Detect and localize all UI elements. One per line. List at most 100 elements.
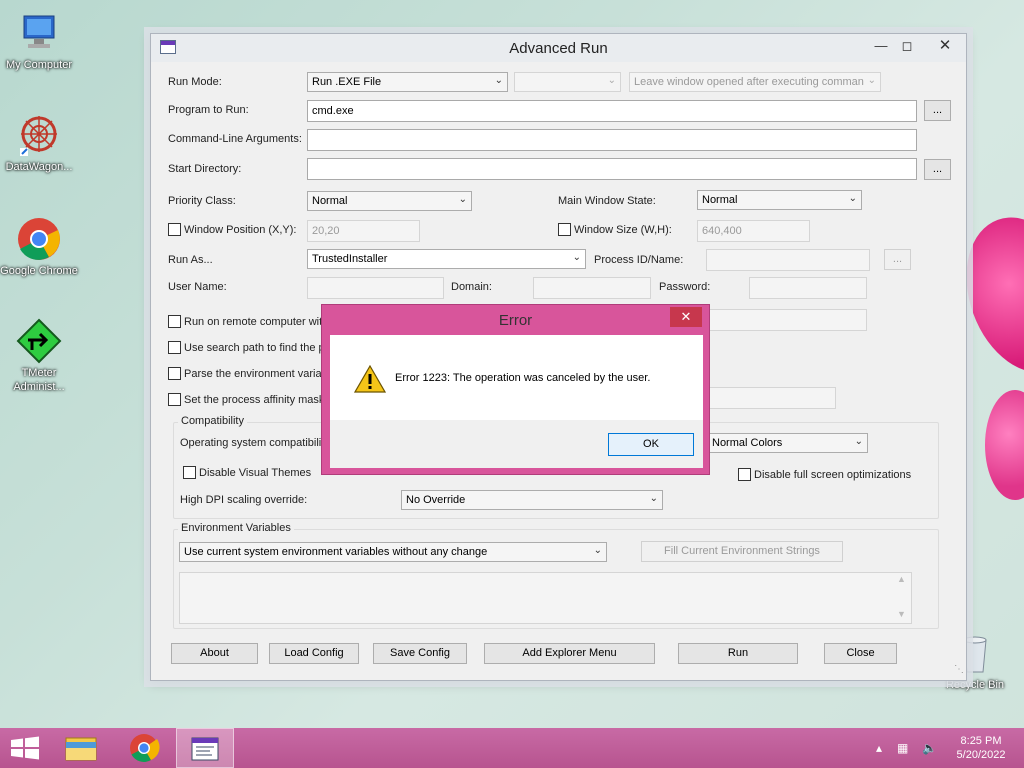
window-position-input: 20,20 [307, 220, 420, 242]
volume-muted-icon[interactable]: 🔈 [922, 741, 937, 755]
run-as-label: Run As... [168, 254, 213, 266]
parse-env-checkbox[interactable]: Parse the environment variat [168, 367, 325, 380]
run-mode-label: Run Mode: [168, 76, 222, 88]
start-dir-label: Start Directory: [168, 163, 242, 175]
window-position-checkbox[interactable]: Window Position (X,Y): [168, 223, 296, 236]
dialog-message-area: Error 1223: The operation was canceled b… [330, 335, 703, 420]
program-label: Program to Run: [168, 104, 249, 116]
desktop-icon-datawagon[interactable]: DataWagon... [0, 112, 78, 174]
chevron-down-icon: ⌄ [458, 194, 467, 205]
program-input[interactable]: cmd.exe [307, 100, 917, 122]
dialog-title: Error [498, 312, 533, 329]
windows-logo-icon [11, 736, 39, 760]
taskbar-advanced-run[interactable] [176, 728, 234, 768]
chevron-down-icon: ⌄ [854, 436, 863, 447]
browse-dir-button[interactable]: ... [924, 159, 951, 180]
affinity-checkbox[interactable]: Set the process affinity mask [168, 393, 324, 406]
chevron-down-icon: ⌄ [494, 75, 503, 86]
taskbar: ▴ ▦ 🔈 8:25 PM 5/20/2022 [0, 728, 1024, 768]
disable-themes-checkbox[interactable]: Disable Visual Themes [183, 466, 311, 479]
main-window-state-label: Main Window State: [558, 195, 656, 207]
remote-computer-checkbox[interactable]: Run on remote computer wit [168, 315, 322, 328]
window-size-checkbox[interactable]: Window Size (W,H): [558, 223, 672, 236]
error-message: Error 1223: The operation was canceled b… [395, 372, 651, 384]
affinity-input [706, 387, 836, 409]
desktop-icon-google-chrome[interactable]: Google Chrome [0, 216, 78, 278]
browse-process-button: ... [884, 249, 911, 270]
scroll-up-icon: ▲ [897, 574, 906, 584]
chevron-down-icon: ⌄ [607, 75, 616, 86]
domain-label: Domain: [451, 281, 492, 293]
high-dpi-select[interactable]: No Override ⌄ [401, 490, 663, 510]
priority-select[interactable]: Normal ⌄ [307, 191, 472, 211]
show-hidden-icons-icon[interactable]: ▴ [876, 741, 882, 755]
datawagon-icon [16, 112, 62, 158]
high-dpi-label: High DPI scaling override: [180, 494, 308, 506]
title-bar[interactable]: Advanced Run — ◻ ✕ [151, 34, 966, 62]
clock-date: 5/20/2022 [956, 749, 1006, 761]
desktop-icon-label: My Computer [5, 59, 73, 71]
desktop-icon-label: Google Chrome [0, 265, 78, 277]
folder-icon [65, 737, 97, 761]
env-vars-textarea [179, 572, 912, 624]
process-id-label: Process ID/Name: [594, 254, 684, 266]
maximize-button[interactable]: ◻ [894, 36, 920, 56]
chrome-icon [130, 734, 160, 762]
scroll-down-icon: ▼ [897, 609, 906, 619]
compatibility-group-label: Compatibility [178, 415, 247, 427]
domain-input [533, 277, 651, 299]
dialog-close-button[interactable]: ✕ [670, 307, 702, 327]
close-button[interactable]: Close [824, 643, 897, 664]
load-config-button[interactable]: Load Config [269, 643, 359, 664]
ok-button[interactable]: OK [608, 433, 694, 456]
advanced-run-icon [191, 737, 219, 761]
add-explorer-menu-button[interactable]: Add Explorer Menu [484, 643, 655, 664]
start-button[interactable] [0, 728, 56, 768]
save-config-button[interactable]: Save Config [373, 643, 467, 664]
run-as-select[interactable]: TrustedInstaller ⌄ [307, 249, 586, 269]
wallpaper-flower [985, 390, 1024, 500]
user-name-label: User Name: [168, 281, 227, 293]
tmeter-icon [16, 318, 62, 364]
taskbar-clock[interactable]: 8:25 PM 5/20/2022 [950, 734, 1012, 762]
network-icon[interactable]: ▦ [897, 741, 908, 755]
chevron-down-icon: ⌄ [649, 493, 658, 504]
start-dir-input[interactable] [307, 158, 917, 180]
password-label: Password: [659, 281, 711, 293]
desktop-icon-label: TMeter Administ... [13, 367, 65, 393]
chrome-icon [16, 216, 62, 262]
browse-program-button[interactable]: ... [924, 100, 951, 121]
search-path-checkbox[interactable]: Use search path to find the p [168, 341, 325, 354]
main-window-state-select[interactable]: Normal ⌄ [697, 190, 862, 210]
run-mode-select[interactable]: Run .EXE File ⌄ [307, 72, 508, 92]
chevron-down-icon: ⌄ [572, 252, 581, 263]
desktop-icon-label: DataWagon... [5, 161, 73, 173]
env-vars-select[interactable]: Use current system environment variables… [179, 542, 607, 562]
colors-select[interactable]: Normal Colors ⌄ [707, 433, 868, 453]
run-button[interactable]: Run [678, 643, 798, 664]
warning-icon [353, 364, 387, 393]
close-window-button[interactable]: ✕ [925, 36, 965, 56]
about-button[interactable]: About [171, 643, 258, 664]
remote-computer-input [706, 309, 867, 331]
taskbar-file-explorer[interactable] [54, 728, 110, 768]
window-title: Advanced Run [509, 40, 608, 57]
args-label: Command-Line Arguments: [168, 133, 302, 145]
process-id-input [706, 249, 870, 271]
desktop-icon-tmeter[interactable]: TMeter Administ... [0, 318, 78, 394]
os-compat-label: Operating system compatibili [180, 437, 322, 449]
minimize-button[interactable]: — [868, 36, 894, 56]
disable-fullscreen-checkbox[interactable]: Disable full screen optimizations [738, 468, 911, 481]
taskbar-chrome[interactable] [116, 728, 172, 768]
chevron-down-icon: ⌄ [593, 545, 602, 556]
chevron-down-icon: ⌄ [867, 75, 876, 86]
computer-icon [16, 10, 62, 56]
args-input[interactable] [307, 129, 917, 151]
desktop-icon-my-computer[interactable]: My Computer [0, 10, 78, 72]
chevron-down-icon: ⌄ [848, 193, 857, 204]
env-vars-group-label: Environment Variables [178, 522, 294, 534]
resize-grip-icon[interactable]: ⋱ [954, 664, 964, 675]
password-input [749, 277, 867, 299]
leave-window-select: Leave window opened after executing comm… [629, 72, 881, 92]
user-name-input [307, 277, 444, 299]
